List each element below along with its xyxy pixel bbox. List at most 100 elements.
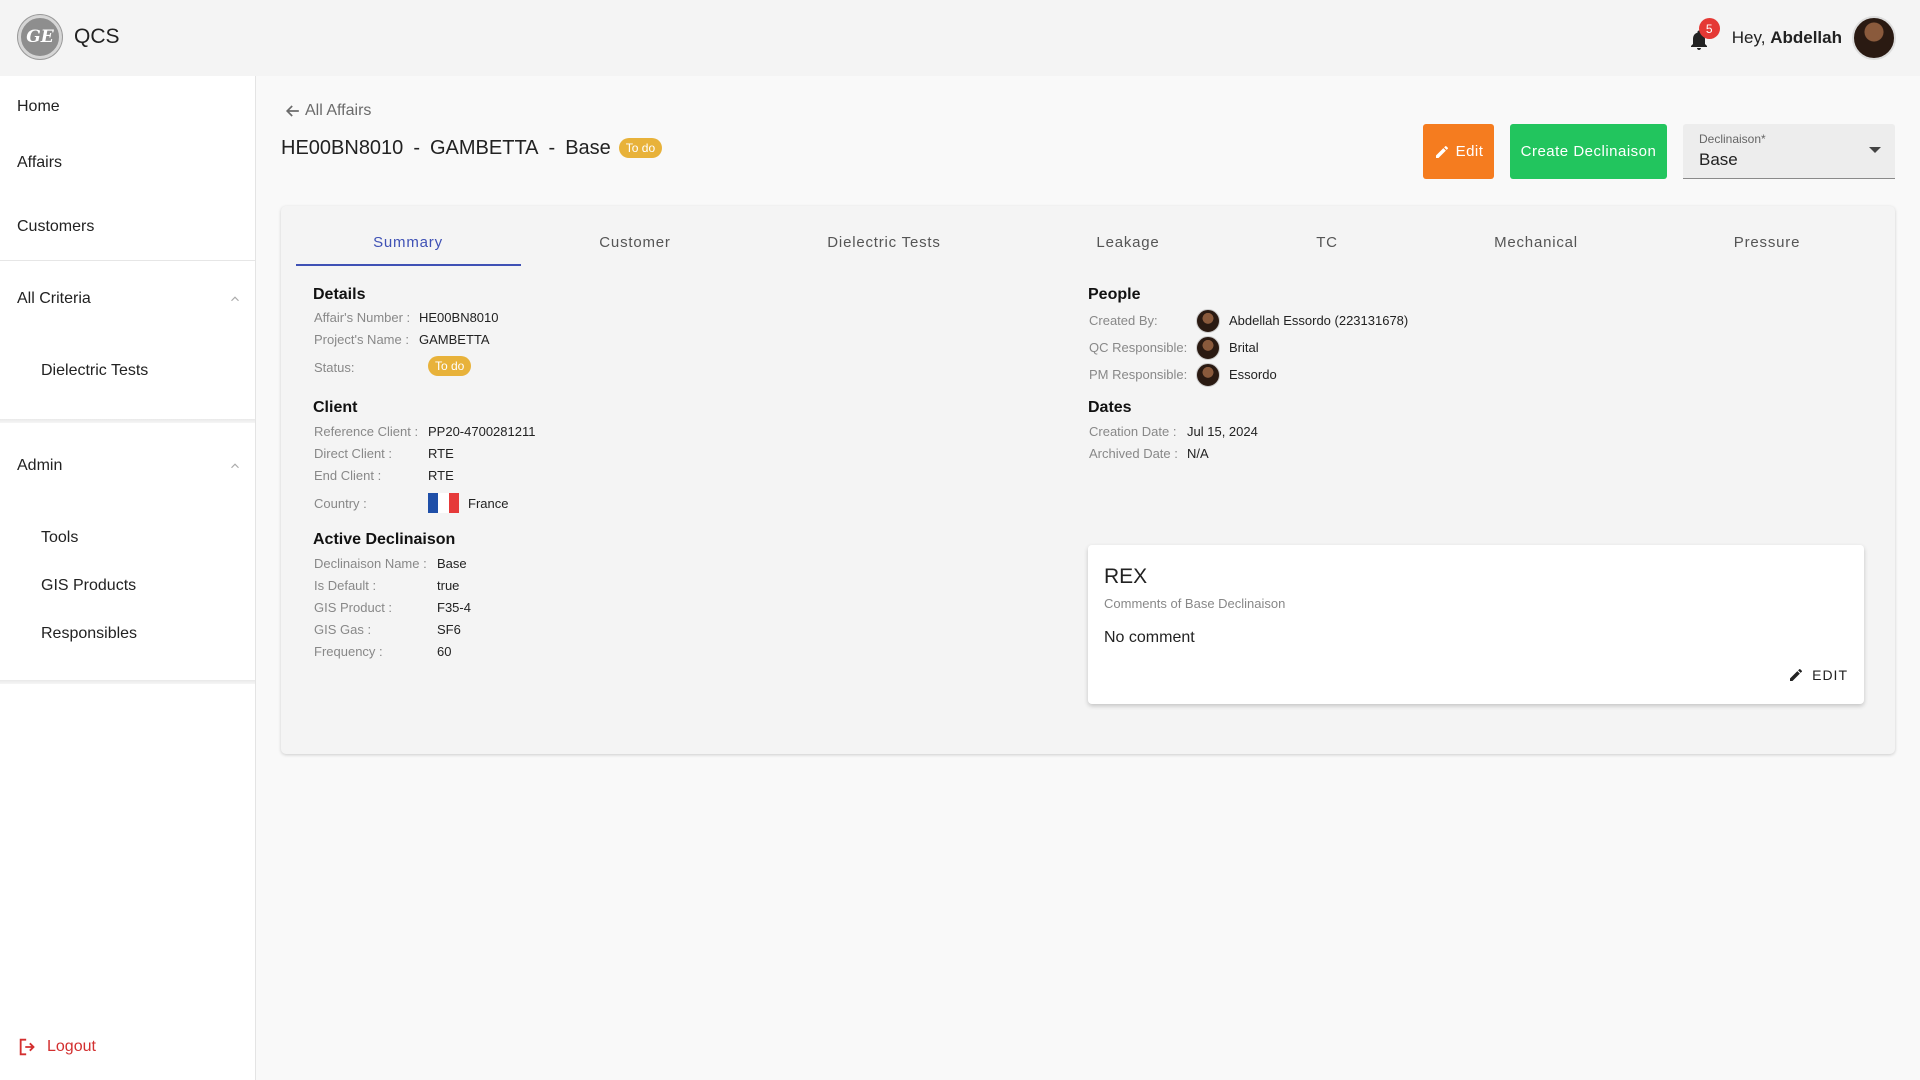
- gis-gas-label: GIS Gas :: [314, 622, 372, 637]
- create-declinaison-button[interactable]: Create Declinaison: [1510, 124, 1667, 179]
- title-separator: -: [548, 137, 556, 159]
- is-default-value: true: [437, 578, 460, 593]
- title-affair-number: HE00BN8010: [281, 137, 404, 159]
- details-heading: Details: [313, 286, 366, 303]
- notification-count-badge: 5: [1698, 18, 1720, 39]
- sidebar-item-home[interactable]: Home: [17, 98, 60, 116]
- declinaison-select[interactable]: Declinaison* Base: [1683, 124, 1895, 179]
- people-heading: People: [1088, 286, 1141, 303]
- avatar: [1196, 309, 1220, 333]
- end-client-label: End Client :: [314, 468, 382, 483]
- tab-pressure[interactable]: Pressure: [1734, 234, 1800, 251]
- created-by-value: Abdellah Essordo (223131678): [1229, 313, 1409, 328]
- rex-subtitle: Comments of Base Declinaison: [1104, 596, 1286, 611]
- direct-client-label: Direct Client :: [314, 446, 393, 461]
- tab-mechanical[interactable]: Mechanical: [1494, 234, 1578, 251]
- rex-edit-button[interactable]: EDIT: [1788, 667, 1848, 683]
- gis-product-value: F35-4: [437, 600, 471, 615]
- declinaison-name-label: Declinaison Name :: [314, 556, 427, 571]
- project-name-value: GAMBETTA: [419, 332, 490, 347]
- logout-icon: [19, 1038, 35, 1056]
- rex-comment: No comment: [1104, 629, 1195, 646]
- title-project: GAMBETTA: [429, 137, 539, 159]
- user-name: Abdellah: [1770, 28, 1842, 47]
- page-title: HE00BN8010 - GAMBETTA - Base To do: [281, 137, 663, 160]
- tab-leakage[interactable]: Leakage: [1096, 234, 1159, 251]
- sidebar-item-gis-products[interactable]: GIS Products: [41, 577, 136, 595]
- status-badge: To do: [618, 137, 663, 158]
- edit-button[interactable]: Edit: [1423, 124, 1494, 179]
- active-tab-indicator: [296, 264, 521, 266]
- pencil-icon: [1790, 668, 1803, 681]
- logout-button[interactable]: Logout: [17, 1036, 96, 1058]
- rex-title: REX: [1104, 565, 1148, 588]
- avatar: [1196, 363, 1220, 387]
- declinaison-select-label: Declinaison*: [1699, 132, 1766, 146]
- client-heading: Client: [313, 399, 358, 416]
- tab-summary[interactable]: Summary: [373, 234, 443, 251]
- pm-responsible-label: PM Responsible:: [1089, 367, 1188, 382]
- status-badge: To do: [428, 356, 472, 376]
- rex-edit-label: EDIT: [1812, 667, 1848, 683]
- pm-responsible-value: Essordo: [1229, 367, 1277, 382]
- sidebar-divider: [0, 260, 255, 261]
- notifications-button[interactable]: 5: [1684, 18, 1720, 53]
- project-name-label: Project's Name :: [314, 332, 409, 347]
- archived-date-label: Archived Date :: [1089, 446, 1178, 461]
- tab-dielectric-tests[interactable]: Dielectric Tests: [827, 234, 940, 251]
- affair-number-value: HE00BN8010: [419, 310, 499, 325]
- reference-client-label: Reference Client :: [314, 424, 419, 439]
- user-area: 5 Hey, Abdellah: [1684, 14, 1896, 62]
- creation-date-value: Jul 15, 2024: [1187, 424, 1258, 439]
- back-link-label: All Affairs: [305, 102, 372, 119]
- title-separator: -: [413, 137, 420, 159]
- frequency-value: 60: [437, 644, 452, 659]
- logout-label: Logout: [47, 1038, 96, 1055]
- app-title: QCS: [74, 25, 120, 48]
- brand[interactable]: GE QCS: [18, 15, 120, 59]
- caret-down-icon: [1869, 147, 1881, 153]
- rex-card: REX Comments of Base Declinaison No comm…: [1088, 545, 1864, 704]
- sidebar-group-all-criteria[interactable]: All Criteria: [17, 290, 91, 308]
- edit-button-label: Edit: [1455, 143, 1484, 160]
- country-value: France: [468, 496, 509, 511]
- top-app-bar: GE QCS 5 Hey, Abdellah: [0, 0, 1920, 76]
- gis-product-label: GIS Product :: [314, 600, 393, 615]
- sidebar-item-affairs[interactable]: Affairs: [17, 154, 62, 172]
- chevron-up-icon[interactable]: [228, 292, 242, 306]
- status-label: Status:: [314, 360, 355, 375]
- qc-responsible-label: QC Responsible:: [1089, 340, 1188, 355]
- declinaison-select-value: Base: [1699, 150, 1738, 169]
- france-flag-icon: [428, 493, 459, 513]
- affair-number-label: Affair's Number :: [314, 310, 411, 325]
- sidebar: Home Affairs Customers All Criteria Diel…: [0, 76, 256, 1080]
- tab-customer[interactable]: Customer: [599, 234, 670, 251]
- title-declinaison: Base: [565, 137, 611, 159]
- sidebar-separator: [0, 680, 255, 684]
- back-to-all-affairs-link[interactable]: All Affairs: [283, 101, 371, 121]
- sidebar-item-responsibles[interactable]: Responsibles: [41, 625, 137, 643]
- creation-date-label: Creation Date :: [1089, 424, 1177, 439]
- sidebar-item-tools[interactable]: Tools: [41, 529, 78, 547]
- sidebar-separator: [0, 419, 255, 423]
- country-label: Country :: [314, 496, 367, 511]
- archived-date-value: N/A: [1187, 446, 1209, 461]
- pencil-icon: [1435, 145, 1448, 158]
- avatar: [1196, 336, 1220, 360]
- sidebar-item-customers[interactable]: Customers: [17, 218, 94, 236]
- sidebar-item-dielectric-tests[interactable]: Dielectric Tests: [41, 362, 148, 380]
- dates-heading: Dates: [1088, 399, 1132, 416]
- tab-tc[interactable]: TC: [1316, 234, 1338, 251]
- chevron-up-icon[interactable]: [228, 459, 242, 473]
- affair-summary-card: Summary Customer Dielectric Tests Leakag…: [281, 206, 1895, 754]
- direct-client-value: RTE: [428, 446, 454, 461]
- user-avatar[interactable]: [1852, 16, 1896, 60]
- active-declinaison-heading: Active Declinaison: [313, 531, 456, 548]
- created-by-label: Created By:: [1089, 313, 1158, 328]
- sidebar-group-admin[interactable]: Admin: [17, 457, 62, 475]
- is-default-label: Is Default :: [314, 578, 377, 593]
- arrow-left-icon: [285, 105, 299, 117]
- user-greeting: Hey, Abdellah: [1732, 28, 1842, 48]
- qc-responsible-value: Brital: [1229, 340, 1259, 355]
- end-client-value: RTE: [428, 468, 454, 483]
